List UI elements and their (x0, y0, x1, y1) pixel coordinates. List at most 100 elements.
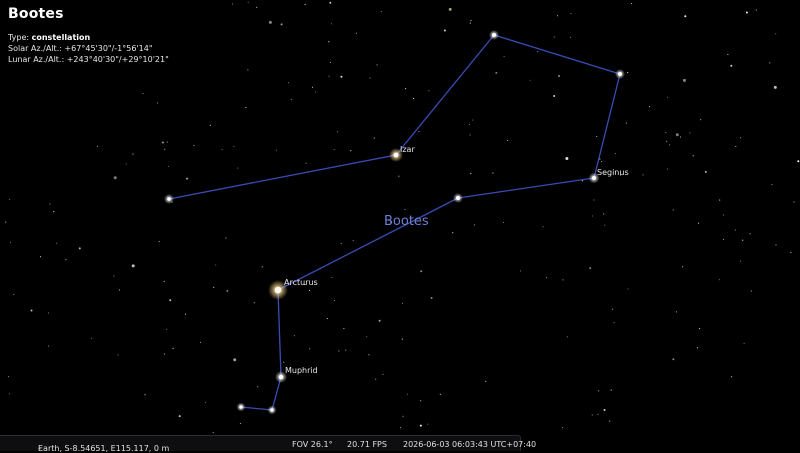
background-star (468, 123, 471, 126)
background-star (470, 19, 472, 21)
background-star (47, 312, 50, 314)
background-star (731, 376, 733, 378)
background-star (596, 135, 598, 138)
background-star (167, 165, 170, 167)
background-star (290, 98, 292, 100)
background-star (215, 264, 217, 266)
background-star (398, 175, 400, 177)
background-star (672, 209, 674, 211)
background-star (78, 247, 81, 250)
background-star (485, 380, 487, 382)
background-star (366, 336, 368, 338)
background-star (164, 148, 166, 150)
background-star (740, 260, 742, 262)
background-star (537, 51, 539, 53)
background-star (212, 431, 214, 433)
lunar-label: Lunar Az./Alt.: (8, 55, 65, 64)
background-star (704, 170, 707, 173)
background-star (380, 11, 382, 13)
lunar-value: +243°40'30"/+29°10'21" (66, 55, 169, 64)
background-star (735, 145, 737, 148)
background-star (569, 36, 572, 38)
background-star (529, 79, 531, 81)
background-star (161, 141, 164, 144)
background-star (247, 69, 249, 71)
background-star (56, 242, 58, 244)
background-star (418, 131, 420, 133)
background-star (773, 85, 777, 89)
background-star (469, 134, 471, 136)
background-star (700, 119, 702, 121)
fov-readout: FOV 26.1° (292, 440, 333, 449)
background-star (7, 376, 9, 378)
background-star (326, 318, 328, 320)
background-star (682, 266, 684, 268)
background-star (305, 162, 307, 164)
background-star (166, 328, 168, 330)
background-star (336, 131, 339, 133)
background-star (682, 78, 686, 82)
background-star (340, 242, 342, 244)
background-star (627, 288, 629, 290)
datetime-readout[interactable]: 2026-06-03 06:03:43 UTC+07:40 (403, 440, 536, 449)
background-star (419, 424, 422, 427)
sky-view[interactable]: Izar Seginus Arcturus Muphrid Bootes (0, 0, 800, 450)
background-star (401, 338, 403, 340)
background-star (163, 353, 166, 355)
background-star (184, 313, 187, 315)
background-star (472, 119, 474, 121)
background-star (430, 297, 433, 299)
constellation-line (277, 197, 459, 291)
background-star (256, 6, 258, 8)
background-star (723, 214, 725, 216)
background-star (172, 347, 174, 349)
background-star (293, 335, 295, 337)
background-star (204, 401, 206, 403)
constellation-line (168, 154, 397, 200)
background-star (330, 23, 332, 25)
background-star (420, 270, 423, 273)
background-star (96, 145, 98, 147)
background-star (612, 308, 614, 310)
background-star (369, 77, 371, 79)
object-info-panel: Bootes Type: constellation Solar Az./Alt… (8, 6, 169, 65)
background-star (401, 302, 404, 304)
background-star (8, 393, 11, 395)
background-star (503, 55, 505, 58)
background-star (566, 336, 568, 338)
background-star (350, 150, 352, 152)
background-star (719, 199, 721, 201)
star-label-izar: Izar (400, 145, 415, 154)
background-star (614, 153, 617, 155)
background-star (402, 415, 404, 417)
background-star (507, 139, 509, 141)
background-star (452, 232, 454, 234)
background-star (603, 213, 605, 215)
background-star (209, 124, 211, 126)
background-star (375, 378, 377, 380)
background-star (593, 199, 595, 201)
background-star (144, 394, 146, 396)
background-star (631, 3, 633, 5)
background-star (311, 86, 314, 88)
background-star (718, 279, 720, 281)
background-star (9, 198, 11, 200)
object-type-line: Type: constellation (8, 32, 169, 43)
background-star (166, 141, 168, 143)
location-text: Earth, S-8.54651, E115.117, 0 m (38, 444, 170, 453)
background-star (178, 415, 181, 418)
background-star (404, 208, 406, 210)
solar-label: Solar Az./Alt.: (8, 44, 62, 53)
background-star (749, 233, 751, 235)
lunar-azalt-line: Lunar Az./Alt.: +243°40'30"/+29°10'21" (8, 54, 169, 65)
background-star (625, 122, 627, 124)
background-star (163, 280, 165, 282)
background-star (340, 75, 343, 78)
background-star (665, 131, 667, 133)
background-star (169, 299, 172, 302)
background-star (213, 286, 215, 288)
background-star (268, 20, 272, 24)
background-star (553, 95, 556, 97)
background-star (239, 423, 241, 425)
background-star (125, 163, 127, 165)
